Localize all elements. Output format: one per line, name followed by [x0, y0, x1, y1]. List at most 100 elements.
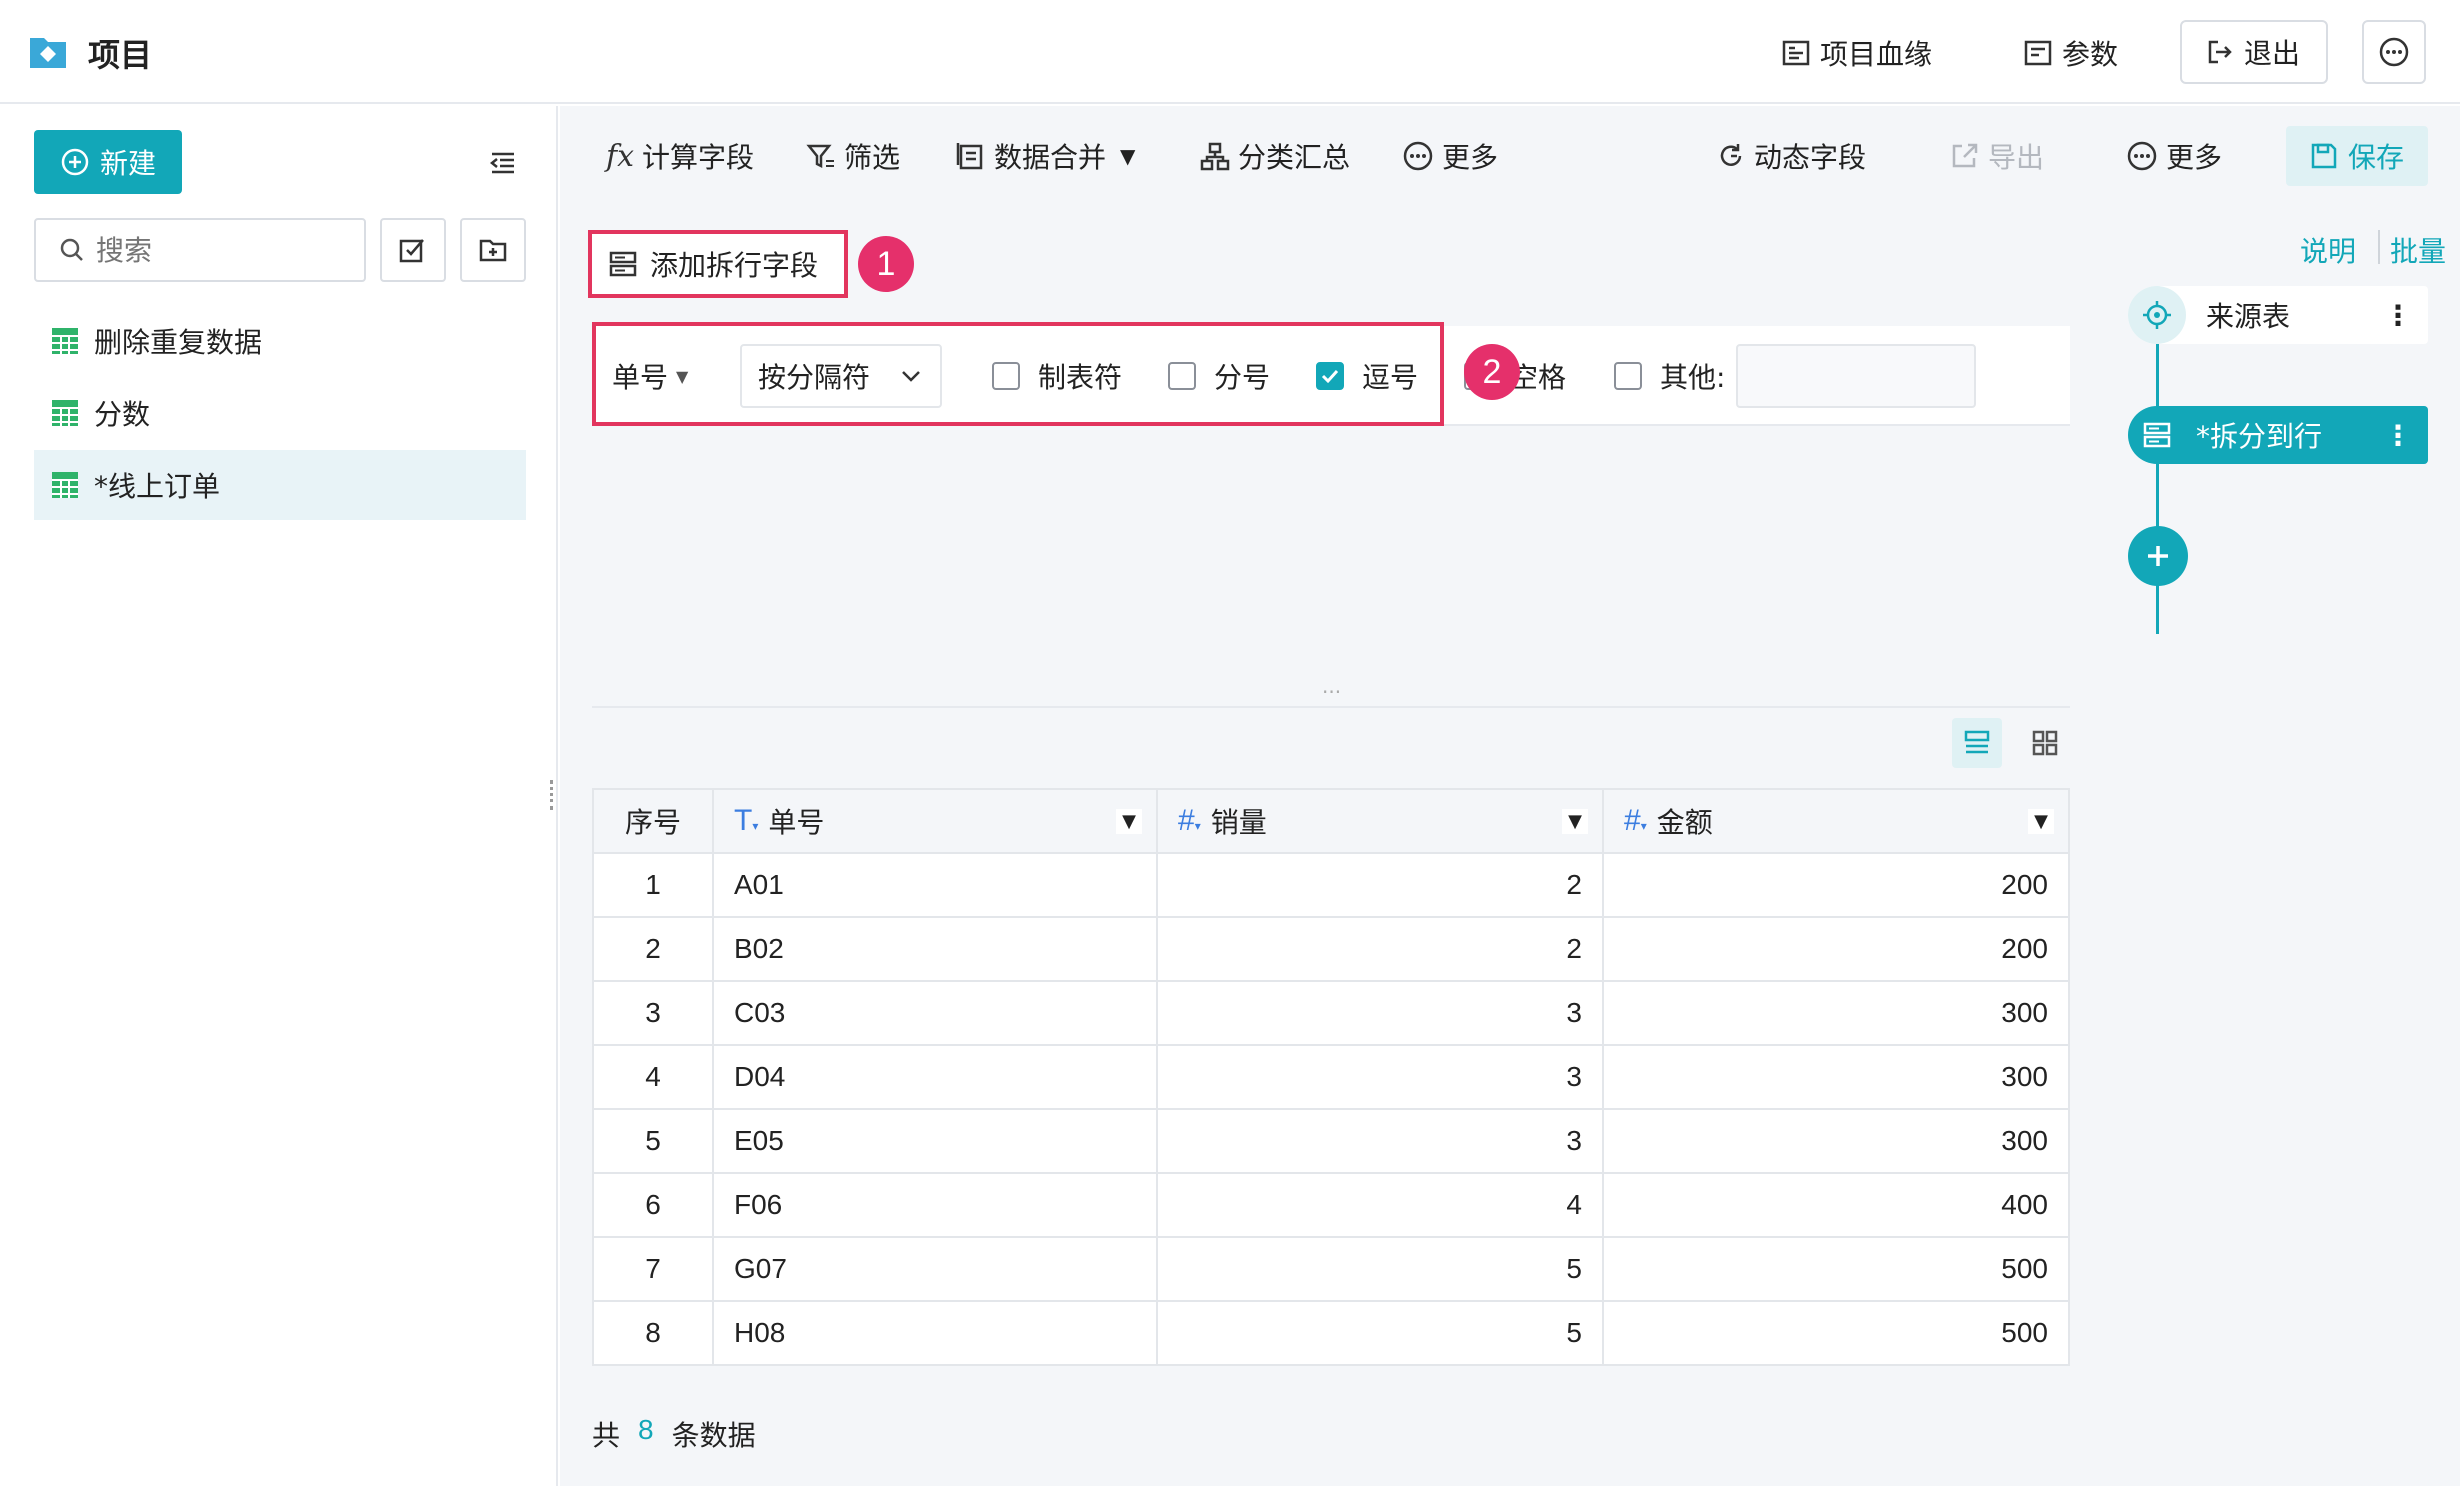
- sidebar-item-remove-duplicates[interactable]: 删除重复数据: [34, 306, 526, 376]
- dynamic-field-label: 动态字段: [1754, 141, 1867, 174]
- grid-view-toggle[interactable]: [2020, 718, 2070, 768]
- save-label: 保存: [2347, 141, 2404, 174]
- option-comma[interactable]: 逗号: [1316, 356, 1418, 396]
- check-square-icon: [399, 239, 424, 263]
- new-button[interactable]: 新建: [34, 130, 182, 194]
- more-tools-label: 更多: [1442, 141, 1499, 174]
- flow-node-split-rows[interactable]: *拆分到行 ⋮: [2128, 406, 2428, 464]
- option-semicolon[interactable]: 分号: [1168, 356, 1270, 396]
- column-menu-icon[interactable]: ▼: [1116, 808, 1142, 834]
- kebab-menu-icon[interactable]: ⋮: [2384, 419, 2412, 452]
- export-label: 导出: [1988, 141, 2045, 174]
- params-label: 参数: [2062, 38, 2119, 71]
- batch-link[interactable]: 批量: [2390, 230, 2446, 270]
- table-header-row: 序号 T▾ 单号 ▼ #▾ 销量 ▼ #▾ 金额 ▼: [592, 788, 2070, 854]
- option-tab[interactable]: 制表符: [992, 356, 1122, 396]
- option-label: 其他:: [1660, 361, 1726, 394]
- search-icon: [58, 236, 86, 264]
- tab-checkbox[interactable]: [992, 362, 1020, 390]
- sidebar-item-scores[interactable]: 分数: [34, 378, 526, 448]
- add-split-field-button[interactable]: 添加拆行字段: [588, 230, 848, 298]
- ellipsis-circle-icon: [2378, 36, 2410, 68]
- explain-link[interactable]: 说明: [2300, 230, 2356, 270]
- folder-plus-icon: [479, 239, 507, 262]
- option-label: 制表符: [1038, 361, 1123, 394]
- save-button[interactable]: 保存: [2286, 126, 2428, 186]
- column-menu-icon[interactable]: ▼: [2028, 808, 2054, 834]
- project-lineage-label: 项目血缘: [1820, 38, 1933, 71]
- merge-label: 数据合并: [994, 141, 1107, 174]
- semicolon-checkbox[interactable]: [1168, 362, 1196, 390]
- refresh-icon: [1716, 141, 1746, 171]
- more-actions-button[interactable]: 更多: [2126, 134, 2222, 178]
- number-type-icon: #▾: [1624, 804, 1647, 837]
- step-badge-2: 2: [1464, 344, 1520, 400]
- merge-icon: [956, 141, 986, 171]
- more-menu-button[interactable]: [2362, 20, 2426, 84]
- other-checkbox[interactable]: [1614, 362, 1642, 390]
- add-step-button[interactable]: [2128, 526, 2188, 586]
- page-title: 项目: [88, 36, 153, 74]
- other-separator-input[interactable]: [1736, 344, 1976, 408]
- option-other[interactable]: 其他:: [1614, 356, 1725, 396]
- merge-dropdown[interactable]: 数据合并 ▼: [956, 134, 1135, 178]
- split-rows-icon: [2128, 406, 2186, 464]
- new-folder-button[interactable]: [460, 218, 526, 282]
- more-tools-button[interactable]: 更多: [1402, 134, 1498, 178]
- plus-circle-icon: [60, 147, 90, 177]
- column-header-amount[interactable]: #▾ 金额 ▼: [1602, 788, 2070, 854]
- fx-icon: fx: [606, 138, 635, 174]
- logout-button[interactable]: 退出: [2180, 20, 2328, 84]
- row-count-number: 8: [638, 1414, 654, 1445]
- table-row: 7 G07 5 500: [592, 1236, 2070, 1302]
- column-header-seq: 序号: [592, 788, 714, 854]
- collapse-sidebar-icon[interactable]: [488, 148, 518, 178]
- hierarchy-icon: [1200, 141, 1230, 171]
- export-button[interactable]: 导出: [1950, 134, 2044, 178]
- table-row: 3 C03 3 300: [592, 980, 2070, 1046]
- calc-field-label: 计算字段: [642, 141, 755, 174]
- column-menu-icon[interactable]: ▼: [1562, 808, 1588, 834]
- panel-divider: [592, 706, 2070, 708]
- column-header-sales[interactable]: #▾ 销量 ▼: [1156, 788, 1604, 854]
- ellipsis-circle-icon: [1402, 140, 1434, 172]
- split-mode-select[interactable]: 按分隔符: [740, 344, 942, 408]
- group-summary-button[interactable]: 分类汇总: [1200, 134, 1350, 178]
- calc-field-button[interactable]: fx 计算字段: [606, 134, 754, 178]
- add-split-field-label: 添加拆行字段: [650, 249, 819, 282]
- main-canvas: 添加拆行字段 1 单号 ▼ 按分隔符 制表符 分号 逗号 空格 2 其他: ..…: [560, 204, 2098, 1486]
- batch-select-button[interactable]: [380, 218, 446, 282]
- list-view-toggle[interactable]: [1952, 718, 2002, 768]
- table-row: 6 F06 4 400: [592, 1172, 2070, 1238]
- flow-node-source[interactable]: 来源表 ⋮: [2128, 286, 2428, 344]
- ellipsis-circle-icon: [2126, 140, 2158, 172]
- column-header-order-no[interactable]: T▾ 单号 ▼: [712, 788, 1158, 854]
- table-icon: [50, 398, 80, 428]
- flow-connector: [2156, 334, 2159, 634]
- filter-button[interactable]: 筛选: [806, 134, 900, 178]
- split-rows-icon: [608, 249, 638, 279]
- comma-checkbox[interactable]: [1316, 362, 1344, 390]
- dynamic-field-button[interactable]: 动态字段: [1716, 134, 1866, 178]
- sidebar-item-label: 删除重复数据: [94, 326, 263, 359]
- search-input[interactable]: [96, 233, 336, 267]
- lineage-icon: [1782, 39, 1810, 67]
- kebab-menu-icon[interactable]: ⋮: [2384, 299, 2412, 332]
- table-icon: [50, 326, 80, 356]
- table-row: 2 B02 2 200: [592, 916, 2070, 982]
- flow-node-label: 来源表: [2206, 300, 2291, 333]
- search-box: [34, 218, 366, 282]
- export-icon: [1950, 141, 1980, 171]
- caret-down-icon: ▼: [1120, 144, 1136, 168]
- table-row: 4 D04 3 300: [592, 1044, 2070, 1110]
- sidebar-resize-handle[interactable]: [550, 780, 556, 810]
- group-summary-label: 分类汇总: [1238, 141, 1351, 174]
- sidebar-item-online-orders[interactable]: *线上订单: [34, 450, 526, 520]
- sidebar-item-label: 分数: [94, 398, 151, 431]
- params-button[interactable]: 参数: [2024, 28, 2118, 78]
- logout-label: 退出: [2244, 37, 2301, 70]
- project-lineage-button[interactable]: 项目血缘: [1782, 28, 1932, 78]
- panel-resize-handle[interactable]: ...: [1322, 674, 1341, 698]
- field-select[interactable]: 单号 ▼: [612, 356, 688, 396]
- save-icon: [2310, 142, 2338, 170]
